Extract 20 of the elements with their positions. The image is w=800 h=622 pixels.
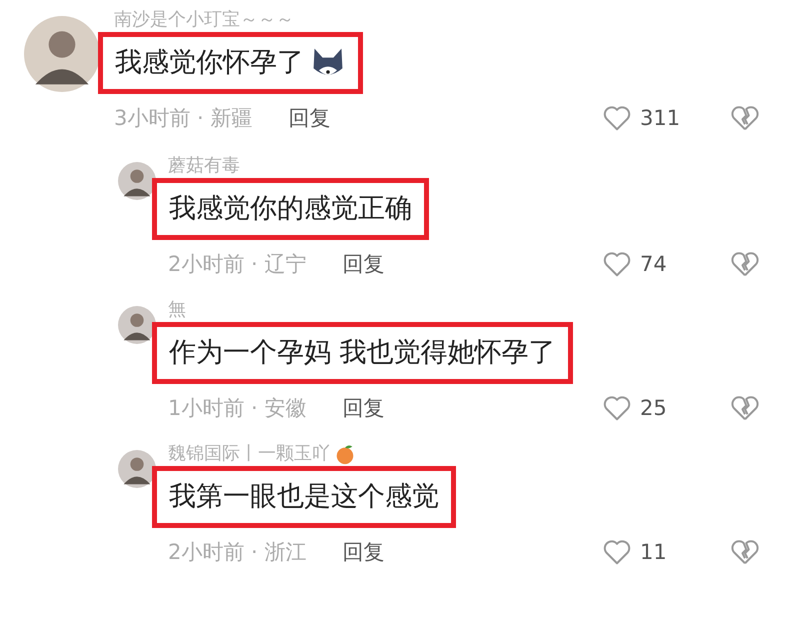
like-count: 11 [640,540,668,564]
like-count: 74 [640,252,668,276]
reply-link[interactable]: 回复 [288,104,330,132]
avatar-icon[interactable] [24,16,100,92]
comment-text: 我感觉你的感觉正确 [152,178,429,240]
comment-meta: 3小时前 · 新疆 [114,105,252,132]
like-count: 25 [640,396,668,420]
comment-text: 作为一个孕妈 我也觉得她怀孕了 [152,322,573,384]
reply-link[interactable]: 回复 [342,250,384,278]
avatar-icon[interactable] [118,162,156,200]
comment-meta: 2小时前 · 辽宁 [168,251,306,278]
reply-link[interactable]: 回复 [342,538,384,566]
comment-text: 我第一眼也是这个感觉 [152,466,456,528]
reply-link[interactable]: 回复 [342,394,384,422]
comment-text: 我感觉你怀孕了 [98,32,363,94]
comment-meta: 2小时前 · 浙江 [168,539,306,566]
like-count: 311 [640,106,682,130]
avatar-icon[interactable] [118,306,156,344]
avatar-icon[interactable] [118,450,156,488]
comment-meta: 1小时前 · 安徽 [168,395,306,422]
